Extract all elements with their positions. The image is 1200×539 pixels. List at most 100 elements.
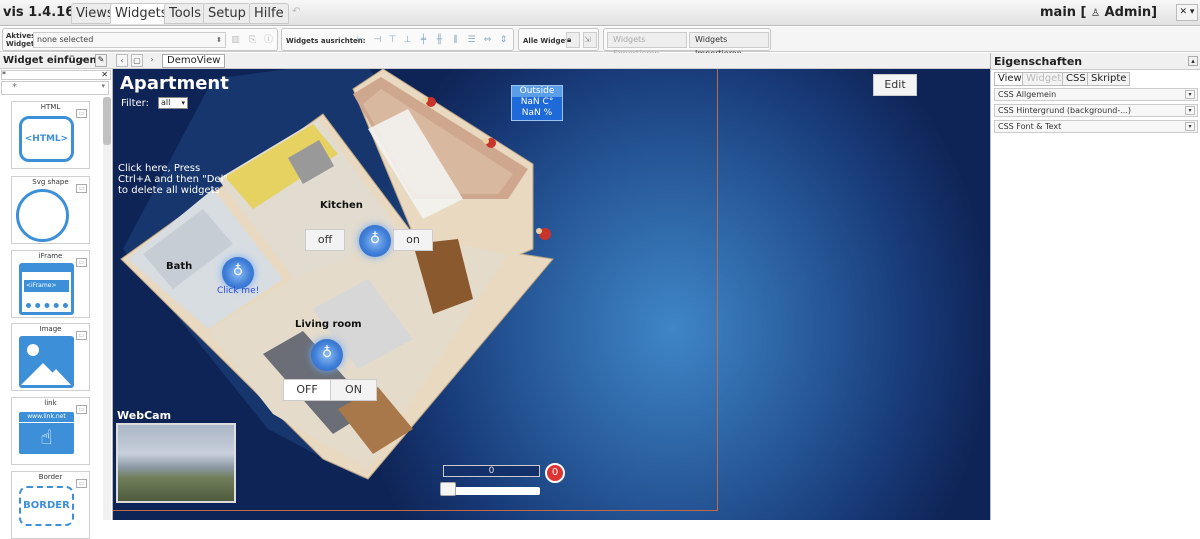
hand-cursor-icon: ☝ xyxy=(40,425,53,449)
living-bulb-icon[interactable]: ♁ xyxy=(311,339,343,371)
tab-widget[interactable]: Widget xyxy=(1022,72,1066,86)
image-icon: ▭ xyxy=(76,331,87,340)
living-on-button[interactable]: ON xyxy=(330,379,377,401)
properties-title: Eigenschaften ▴ xyxy=(991,53,1200,70)
image-icon: ▭ xyxy=(76,109,87,118)
slider-track[interactable] xyxy=(443,487,540,495)
html-preview: <HTML> xyxy=(19,116,74,162)
palette-item-html[interactable]: HTML ▭ <HTML> xyxy=(11,101,90,169)
same-height-icon[interactable]: ⇕ xyxy=(498,34,509,46)
distribute-h-icon[interactable]: ⫼ xyxy=(450,34,461,46)
palette-item-border[interactable]: Border ▭ BORDER xyxy=(11,471,90,539)
chevron-down-icon: ▾ xyxy=(1185,122,1195,131)
bath-bulb-icon[interactable]: ♁ xyxy=(222,257,254,289)
page-title: Apartment xyxy=(120,73,229,94)
palette-scrollbar[interactable] xyxy=(103,97,111,520)
info-icon[interactable]: ⓘ xyxy=(263,34,274,46)
webcam-label: WebCam xyxy=(117,409,172,422)
section-css-hintergrund[interactable]: CSS Hintergrund (background-...) ▾ xyxy=(994,104,1198,117)
image-icon: ▭ xyxy=(76,405,87,414)
user-view-name: main [ xyxy=(1040,5,1087,20)
menu-tab-hilfe[interactable]: Hilfe xyxy=(249,3,289,24)
edit-button[interactable]: Edit xyxy=(873,74,917,96)
user-name: Admin] xyxy=(1104,5,1158,20)
living-off-button[interactable]: OFF xyxy=(283,379,331,401)
align-center-h-icon[interactable]: ╫ xyxy=(434,34,445,46)
webcam-image[interactable] xyxy=(116,423,236,503)
view-lock-icon[interactable]: ▢ xyxy=(131,54,143,67)
picture-icon xyxy=(19,336,74,388)
image-icon: ▭ xyxy=(76,479,87,488)
slider-handle[interactable] xyxy=(440,482,456,496)
person-icon: ♙ xyxy=(1091,8,1100,19)
menu-tab-tools[interactable]: Tools xyxy=(164,3,207,24)
tab-css[interactable]: CSS xyxy=(1062,72,1090,86)
chevron-down-icon: ▾ xyxy=(1185,90,1195,99)
tab-demoview[interactable]: DemoView xyxy=(162,54,226,68)
active-widget-select[interactable]: none selected ⬍ xyxy=(33,32,226,48)
menu-bar: vis 1.4.16 Views Widgets Tools Setup Hil… xyxy=(0,0,1200,26)
palette-item-link[interactable]: link ▭ www.link.net ☝ xyxy=(11,397,90,465)
view-canvas[interactable]: Apartment Filter: all ▾ Click here, Press… xyxy=(113,69,990,520)
import-widgets-button[interactable]: Widgets Importieren xyxy=(689,32,769,58)
export-widgets-button[interactable]: Widgets Exportieren xyxy=(607,32,687,58)
delete-icon[interactable]: ▥ xyxy=(230,34,241,46)
outside-weather-widget[interactable]: Outside NaN C° NaN % xyxy=(511,85,563,121)
kitchen-on-button[interactable]: on xyxy=(393,229,433,251)
room-label-bath: Bath xyxy=(166,261,193,272)
bath-click-me-link[interactable]: Click me! xyxy=(217,286,259,296)
all-widgets-group: Alle Widgets: 🔒︎ ⇲ xyxy=(518,28,599,51)
section-css-font-text[interactable]: CSS Font & Text ▾ xyxy=(994,120,1198,133)
search-icon[interactable]: ⌕ xyxy=(79,55,84,65)
view-tabs-bar: ‹ ▢ › DemoView xyxy=(113,53,990,69)
align-left-icon[interactable]: ⊢ xyxy=(355,34,366,46)
toolbar: Aktives Widget: none selected ⬍ ▥ ⎘ ⓘ Wid… xyxy=(0,27,1200,58)
palette-category-select[interactable]: * ▾ xyxy=(1,81,109,95)
palette-filter-input[interactable]: * ✕ xyxy=(1,70,111,80)
image-icon: ▭ xyxy=(76,184,87,193)
import-export-group: Widgets Exportieren Widgets Importieren xyxy=(603,28,771,58)
scroll-right-icon[interactable]: › xyxy=(146,54,158,67)
palette-item-image[interactable]: Image ▭ xyxy=(11,323,90,391)
kitchen-bulb-icon[interactable]: ♁ xyxy=(359,225,391,257)
app-title: vis 1.4.16 xyxy=(3,5,75,20)
align-top-icon[interactable]: ⊤ xyxy=(387,34,398,46)
filter-select[interactable]: all ▾ xyxy=(158,97,188,109)
align-group: Widgets ausrichten: ⊢ ⊣ ⊤ ⊥ ╪ ╫ ⫼ ☰ ⇔ ⇕ xyxy=(281,28,514,51)
border-preview: BORDER xyxy=(19,486,74,526)
copy-icon[interactable]: ⎘ xyxy=(247,34,258,46)
unlock-icon[interactable]: ⇲ xyxy=(583,32,597,48)
align-bottom-icon[interactable]: ⊥ xyxy=(402,34,413,46)
image-icon: ▭ xyxy=(76,258,87,267)
section-css-allgemein[interactable]: CSS Allgemein ▾ xyxy=(994,88,1198,101)
align-label: Widgets ausrichten: xyxy=(286,37,366,45)
clear-icon[interactable]: ✕ xyxy=(101,71,108,79)
lock-icon[interactable]: 🔒︎ xyxy=(566,32,580,48)
widget-palette: Widget einfügen ⌕ ✎ * ✕ * ▾ HTML ▭ <HTML> … xyxy=(0,53,113,539)
outside-header: Outside xyxy=(512,86,562,97)
user-label[interactable]: main [ ♙ Admin] xyxy=(1040,5,1157,20)
outside-humidity: NaN % xyxy=(521,108,553,118)
same-width-icon[interactable]: ⇔ xyxy=(482,34,493,46)
active-widget-group: Aktives Widget: none selected ⬍ ▥ ⎘ ⓘ xyxy=(2,28,278,51)
tab-skripte[interactable]: Skripte xyxy=(1087,72,1131,86)
chevron-down-icon: ▾ xyxy=(1185,106,1195,115)
wrench-icon[interactable]: ✎ xyxy=(95,54,107,67)
slider-value-display: 0 xyxy=(443,465,540,477)
distribute-v-icon[interactable]: ☰ xyxy=(466,34,477,46)
undo-icon[interactable]: ↶ xyxy=(292,6,306,20)
align-right-icon[interactable]: ⊣ xyxy=(372,34,383,46)
window-menu-button[interactable]: ✕ ▾ xyxy=(1176,4,1198,21)
palette-item-svg-shape[interactable]: Svg shape ▭ xyxy=(11,176,90,244)
tab-view[interactable]: View xyxy=(994,72,1026,86)
delete-hint-text[interactable]: Click here, Press Ctrl+A and then "Del" … xyxy=(118,163,228,196)
circle-shape-preview xyxy=(16,189,69,242)
align-center-v-icon[interactable]: ╪ xyxy=(418,34,429,46)
kitchen-off-button[interactable]: off xyxy=(305,229,345,251)
iframe-preview: <iFrame> xyxy=(19,263,74,315)
scroll-left-icon[interactable]: ‹ xyxy=(116,54,128,67)
filter-label: Filter: xyxy=(121,98,149,109)
palette-item-iframe[interactable]: iFrame ▭ <iFrame> xyxy=(11,250,90,318)
menu-tab-setup[interactable]: Setup xyxy=(203,3,251,24)
scroll-up-icon[interactable]: ▴ xyxy=(1188,56,1198,66)
